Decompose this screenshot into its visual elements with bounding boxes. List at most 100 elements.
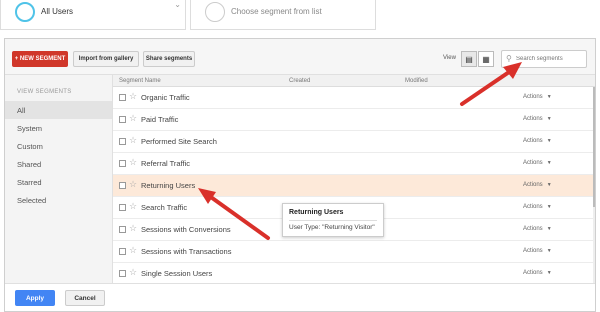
sidebar-item-selected[interactable]: Selected [5, 191, 112, 209]
actions-label: Actions [523, 270, 543, 276]
column-created[interactable]: Created [289, 78, 310, 84]
view-label: View [443, 55, 456, 61]
segment-name: Paid Traffic [141, 115, 179, 124]
segment-tooltip: Returning Users User Type: "Returning Vi… [282, 203, 384, 237]
segment-name: Performed Site Search [141, 137, 217, 146]
footer: Apply Cancel [5, 283, 595, 311]
caret-down-icon: ▼ [546, 182, 552, 188]
table-row[interactable]: ☆ Referral Traffic Actions ▼ [113, 153, 595, 175]
list-view-icon[interactable]: ▤ [461, 51, 477, 67]
column-modified[interactable]: Modified [405, 78, 428, 84]
row-checkbox[interactable] [119, 270, 126, 277]
search-icon: ⚲ [506, 54, 512, 63]
search-input[interactable] [516, 53, 584, 65]
actions-label: Actions [523, 160, 543, 166]
table-row[interactable]: ☆ Sessions with Transactions Actions ▼ [113, 241, 595, 263]
actions-label: Actions [523, 182, 543, 188]
row-checkbox[interactable] [119, 248, 126, 255]
caret-down-icon: ▼ [546, 138, 552, 144]
star-icon[interactable]: ☆ [129, 91, 137, 102]
actions-menu[interactable]: Actions ▼ [523, 138, 552, 144]
actions-menu[interactable]: Actions ▼ [523, 248, 552, 254]
sidebar-item-shared[interactable]: Shared [5, 155, 112, 173]
segment-card-all-users[interactable]: All Users ⌄ [0, 0, 186, 30]
caret-down-icon: ▼ [546, 116, 552, 122]
star-icon[interactable]: ☆ [129, 267, 137, 278]
apply-button[interactable]: Apply [15, 290, 55, 306]
share-segments-button[interactable]: Share segments [143, 51, 195, 67]
caret-down-icon: ▼ [546, 226, 552, 232]
row-checkbox[interactable] [119, 204, 126, 211]
row-checkbox[interactable] [119, 160, 126, 167]
tooltip-title: Returning Users [289, 209, 344, 216]
caret-down-icon: ▼ [546, 204, 552, 210]
star-icon[interactable]: ☆ [129, 179, 137, 190]
table-row-highlighted[interactable]: ☆ Returning Users Actions ▼ [113, 175, 595, 197]
tooltip-body: User Type: "Returning Visitor" [289, 224, 375, 231]
sidebar: VIEW SEGMENTS All System Custom Shared S… [5, 75, 113, 283]
toolbar: + NEW SEGMENT Import from gallery Share … [5, 39, 595, 75]
star-icon[interactable]: ☆ [129, 245, 137, 256]
segment-card-placeholder: Choose segment from list [231, 7, 322, 16]
actions-menu[interactable]: Actions ▼ [523, 94, 552, 100]
actions-label: Actions [523, 116, 543, 122]
sidebar-heading: VIEW SEGMENTS [17, 89, 72, 95]
tooltip-divider [289, 220, 377, 221]
segment-ring-icon [15, 2, 35, 22]
sidebar-item-starred[interactable]: Starred [5, 173, 112, 191]
star-icon[interactable]: ☆ [129, 135, 137, 146]
segment-name: Sessions with Transactions [141, 247, 232, 256]
actions-label: Actions [523, 204, 543, 210]
scrollbar-thumb[interactable] [593, 87, 595, 207]
actions-menu[interactable]: Actions ▼ [523, 160, 552, 166]
caret-down-icon: ▼ [546, 270, 552, 276]
sidebar-item-all[interactable]: All [5, 101, 112, 119]
star-icon[interactable]: ☆ [129, 157, 137, 168]
row-checkbox[interactable] [119, 226, 126, 233]
table-scrollbar[interactable] [593, 87, 595, 283]
actions-label: Actions [523, 248, 543, 254]
row-checkbox[interactable] [119, 182, 126, 189]
import-gallery-button[interactable]: Import from gallery [73, 51, 139, 67]
table-row[interactable]: ☆ Single Session Users Actions ▼ [113, 263, 595, 283]
grid-view-icon[interactable]: ▦ [478, 51, 494, 67]
actions-menu[interactable]: Actions ▼ [523, 182, 552, 188]
star-icon[interactable]: ☆ [129, 113, 137, 124]
segment-panel: + NEW SEGMENT Import from gallery Share … [4, 38, 596, 312]
table-header: Segment Name Created Modified [113, 75, 595, 87]
star-icon[interactable]: ☆ [129, 201, 137, 212]
caret-down-icon: ▼ [546, 94, 552, 100]
segment-ring-icon [205, 2, 225, 22]
segment-card-label: All Users [41, 7, 74, 16]
segment-bar: All Users ⌄ Choose segment from list [0, 0, 600, 38]
actions-menu[interactable]: Actions ▼ [523, 204, 552, 210]
search-box[interactable]: ⚲ [501, 50, 587, 68]
chevron-down-icon[interactable]: ⌄ [174, 0, 181, 9]
actions-label: Actions [523, 226, 543, 232]
segment-table: ☆ Organic Traffic Actions ▼ ☆ Paid Traffi… [113, 87, 595, 283]
star-icon[interactable]: ☆ [129, 223, 137, 234]
segment-card-choose[interactable]: Choose segment from list [190, 0, 376, 30]
segment-name: Returning Users [141, 181, 196, 190]
segment-name: Sessions with Conversions [141, 225, 231, 234]
row-checkbox[interactable] [119, 138, 126, 145]
actions-label: Actions [523, 138, 543, 144]
column-segment-name[interactable]: Segment Name [119, 78, 161, 84]
table-row[interactable]: ☆ Performed Site Search Actions ▼ [113, 131, 595, 153]
segment-name: Organic Traffic [141, 93, 190, 102]
actions-menu[interactable]: Actions ▼ [523, 116, 552, 122]
row-checkbox[interactable] [119, 94, 126, 101]
caret-down-icon: ▼ [546, 160, 552, 166]
actions-menu[interactable]: Actions ▼ [523, 270, 552, 276]
row-checkbox[interactable] [119, 116, 126, 123]
table-row[interactable]: ☆ Organic Traffic Actions ▼ [113, 87, 595, 109]
table-row[interactable]: ☆ Paid Traffic Actions ▼ [113, 109, 595, 131]
sidebar-item-custom[interactable]: Custom [5, 137, 112, 155]
cancel-button[interactable]: Cancel [65, 290, 105, 306]
actions-label: Actions [523, 94, 543, 100]
segment-name: Search Traffic [141, 203, 188, 212]
segment-name: Single Session Users [141, 269, 213, 278]
actions-menu[interactable]: Actions ▼ [523, 226, 552, 232]
sidebar-item-system[interactable]: System [5, 119, 112, 137]
new-segment-button[interactable]: + NEW SEGMENT [12, 51, 68, 67]
